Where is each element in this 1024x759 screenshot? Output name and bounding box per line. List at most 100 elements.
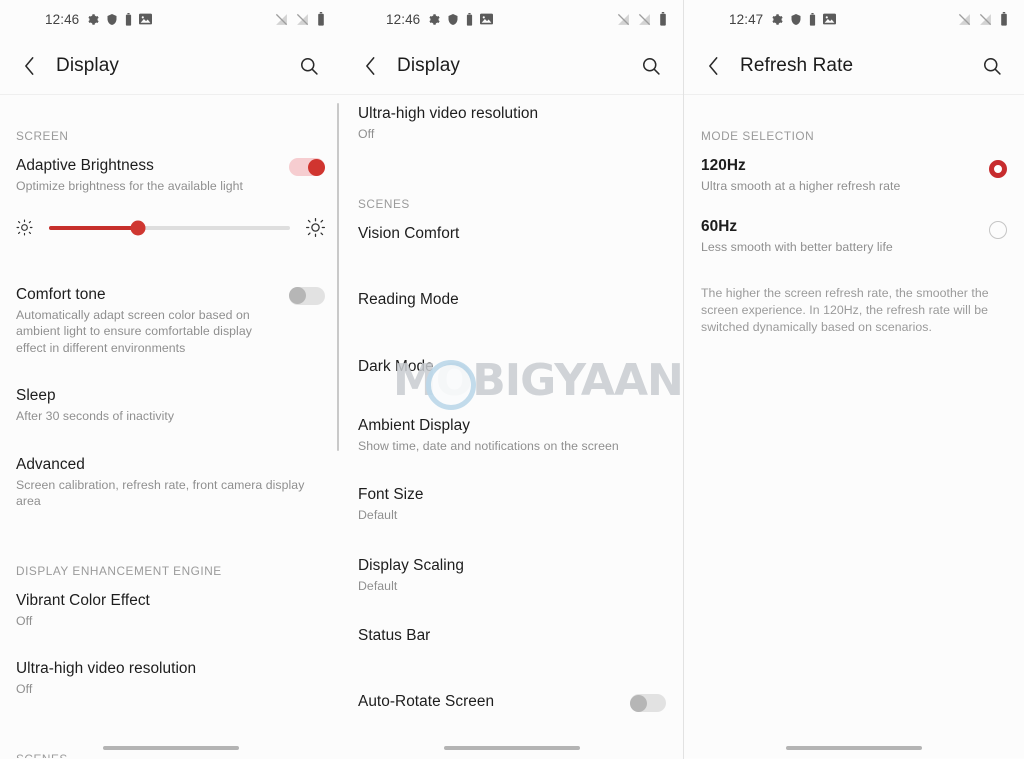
refresh-rate-list[interactable]: MODE SELECTION 120Hz Ultra smooth at a h… [684,95,1024,758]
option-subtitle: Ultra smooth at a higher refresh rate [701,179,901,193]
status-bar: 12:46 [0,0,341,38]
status-bar: 12:47 [684,0,1024,38]
slider-knob[interactable] [130,220,146,235]
list-item-comfort-tone[interactable]: Comfort tone Automatically adapt screen … [0,285,341,357]
toggle-knob [308,158,325,176]
list-item-subtitle: Default [358,508,398,522]
list-item-title: Ultra-high video resolution [358,105,539,122]
gesture-nav-bar[interactable] [786,746,922,750]
brightness-slider[interactable] [49,220,290,235]
signal-off-icon [958,13,971,25]
image-icon [480,13,494,25]
screenshot-root: 12:46 Display SCREEN Adaptive Brightness… [0,0,1024,759]
list-item-sleep[interactable]: Sleep After 30 seconds of inactivity [0,386,341,425]
list-item-subtitle: After 30 seconds of inactivity [16,409,175,423]
section-header-scenes: SCENES [358,196,410,211]
settings-list-display-top[interactable]: SCREEN Adaptive Brightness Optimize brig… [0,95,341,758]
status-bar: 12:46 [341,0,683,38]
list-item-reading-mode[interactable]: Reading Mode [341,290,683,320]
app-bar: Refresh Rate [684,38,1024,95]
option-60hz[interactable]: 60Hz Less smooth with better battery lif… [684,217,1024,256]
list-item-status-bar[interactable]: Status Bar [341,626,683,656]
status-bar-clock: 12:47 [729,11,764,27]
list-item-ultra-high-video-resolution[interactable]: Ultra-high video resolution Off [341,104,683,143]
app-bar: Display [0,38,341,95]
list-item-title: Ultra-high video resolution [16,660,197,677]
page-title: Refresh Rate [740,55,854,76]
list-item-vision-comfort[interactable]: Vision Comfort [341,224,683,254]
signal-off-icon [617,13,630,25]
search-button[interactable] [978,52,1006,80]
list-item-title: Advanced [16,455,85,473]
list-item-advanced[interactable]: Advanced Screen calibration, refresh rat… [0,455,341,510]
adaptive-brightness-toggle[interactable] [289,158,325,176]
comfort-tone-toggle[interactable] [289,286,325,305]
list-item-title: Font Size [358,486,424,503]
list-item-auto-rotate-screen[interactable]: Auto-Rotate Screen [341,692,683,722]
list-item-ultra-high-video-resolution[interactable]: Ultra-high video resolution Off [0,659,341,698]
brightness-slider-row[interactable] [0,211,341,245]
section-header-scenes: SCENES [0,752,341,759]
status-bar-right [275,12,325,26]
settings-list-display-bottom[interactable]: Ultra-high video resolution Off SCENES V… [341,95,683,758]
radio-60hz[interactable] [989,220,1007,239]
radio-120hz[interactable] [989,160,1007,178]
list-item-subtitle: Show time, date and notifications on the… [358,438,619,453]
signal-off-icon-2 [979,13,992,25]
list-item-display-scaling[interactable]: Display Scaling Default [341,556,683,595]
search-icon [643,58,660,75]
auto-rotate-toggle[interactable] [630,694,666,712]
page-title: Display [397,55,460,76]
signal-off-icon-2 [296,13,309,25]
status-bar-left: 12:46 [45,11,153,27]
toggle-knob [289,287,306,304]
image-icon [139,13,153,25]
list-item-title: Reading Mode [358,290,459,308]
back-button[interactable] [16,53,42,79]
search-button[interactable] [637,52,665,80]
shield-icon [448,13,458,25]
gear-icon [772,13,783,25]
list-item-subtitle: Screen calibration, refresh rate, front … [16,477,305,509]
option-120hz[interactable]: 120Hz Ultra smooth at a higher refresh r… [684,156,1024,195]
list-item-subtitle: Default [358,578,398,593]
gear-icon [429,13,440,25]
list-item-vibrant-color-effect[interactable]: Vibrant Color Effect Off [0,591,341,630]
battery-saver-icon [810,12,816,26]
back-button[interactable] [700,53,726,79]
gesture-nav-bar[interactable] [444,746,580,750]
phone-panel-refresh-rate: 12:47 Refresh Rate MODE SELECTION 120Hz … [683,0,1024,759]
status-bar-clock: 12:46 [45,11,80,27]
status-bar-right [958,12,1008,26]
list-item-dark-mode[interactable]: Dark Mode [341,357,683,387]
back-arrow-icon [24,57,33,75]
gesture-nav-bar[interactable] [102,746,239,750]
battery-icon [1001,12,1007,26]
signal-off-icon [275,13,288,25]
list-item-title: Auto-Rotate Screen [358,693,495,710]
list-item-title: Ambient Display [358,416,470,434]
option-title: 60Hz [701,217,738,235]
list-item-ambient-display[interactable]: Ambient Display Show time, date and noti… [341,416,683,455]
brightness-low-icon [16,219,33,236]
list-item-title: Dark Mode [358,357,434,375]
list-item-adaptive-brightness[interactable]: Adaptive Brightness Optimize brightness … [0,156,341,195]
status-bar-clock: 12:46 [386,11,421,27]
shield-icon [791,13,801,25]
image-icon [823,13,837,25]
section-header-mode-selection: MODE SELECTION [701,129,815,143]
slider-fill [49,225,139,230]
list-item-title: Status Bar [358,627,431,644]
search-button[interactable] [295,52,323,80]
status-bar-right [617,12,667,26]
battery-saver-icon [467,12,473,26]
app-bar: Display [341,38,683,95]
search-icon [301,58,318,75]
battery-icon [660,12,666,26]
phone-panel-display-top: 12:46 Display SCREEN Adaptive Brightness… [0,0,341,759]
list-item-font-size[interactable]: Font Size Default [341,485,683,524]
vertical-scrollbar[interactable] [336,103,339,451]
shield-icon [107,13,117,25]
list-item-subtitle: Optimize brightness for the available li… [16,179,244,193]
back-button[interactable] [357,53,383,79]
